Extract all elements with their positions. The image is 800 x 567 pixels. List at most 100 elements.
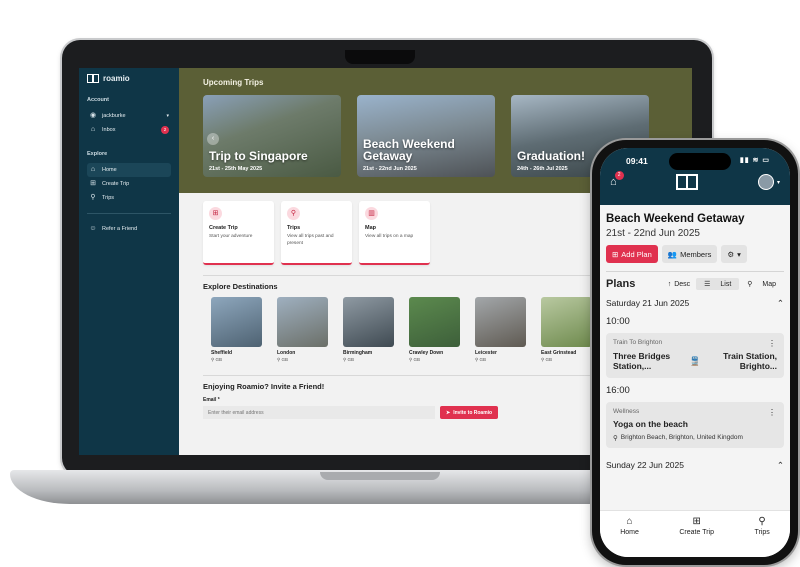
trip-card-dates: 24th - 26th Jul 2025 xyxy=(517,166,568,172)
list-icon: ☰ xyxy=(704,281,713,289)
destination-card[interactable]: East Grinstead ⚲ GB xyxy=(541,297,592,363)
destination-image xyxy=(343,297,394,347)
route-from: Three Bridges Station,... xyxy=(613,351,671,371)
notification-badge: 2 xyxy=(614,171,624,180)
email-field[interactable] xyxy=(203,406,435,419)
add-plan-label: Add Plan xyxy=(621,249,652,259)
destination-country: ⚲ GB xyxy=(475,357,526,363)
logo-icon[interactable] xyxy=(676,174,699,190)
chevron-left-icon: ‹ xyxy=(211,135,215,142)
day-header[interactable]: Saturday 21 Jun 2025 ⌃ xyxy=(600,290,790,309)
trip-card-dates: 21st - 25th May 2025 xyxy=(209,166,263,172)
plan-category: Train To Brighton xyxy=(613,339,663,347)
trip-card-title: Beach Weekend Getaway xyxy=(363,136,455,164)
country-code: GB xyxy=(413,357,421,362)
bottom-tab-bar: ⌂ Home ⊞ Create Trip ⚲ Trips xyxy=(600,510,790,557)
country-code: GB xyxy=(281,357,289,362)
trip-card-dates: 21st - 22nd Jun 2025 xyxy=(363,166,417,172)
view-map-button[interactable]: ⚲ Map xyxy=(739,278,784,290)
tab-trips[interactable]: ⚲ Trips xyxy=(754,516,769,557)
trip-card[interactable]: Beach Weekend Getaway 21st - 22nd Jun 20… xyxy=(357,95,495,177)
inbox-icon: ⌂ xyxy=(90,126,96,133)
destination-country: ⚲ GB xyxy=(277,357,328,363)
destination-image xyxy=(475,297,526,347)
trip-card-title: Trip to Singapore xyxy=(209,149,308,164)
dynamic-island xyxy=(669,153,731,170)
trip-title: Beach Weekend Getaway xyxy=(606,213,745,225)
quick-action-desc: View all trips past and present xyxy=(287,234,334,246)
trip-header: Beach Weekend Getaway 21st - 22nd Jun 20… xyxy=(600,205,790,273)
user-icon: ◉ xyxy=(89,112,97,119)
add-plan-button[interactable]: ⊞ Add Plan xyxy=(606,245,658,264)
quick-action-title: Trips xyxy=(287,225,301,231)
sidebar-item-create-trip[interactable]: ⊞ Create Trip xyxy=(87,177,171,191)
destination-image xyxy=(409,297,460,347)
destination-card[interactable]: Crawley Down ⚲ GB xyxy=(409,297,460,363)
inbox-button[interactable]: ⌂ 2 xyxy=(610,171,624,188)
tab-label: Create Trip xyxy=(679,529,714,536)
day-label: Sunday 22 Jun 2025 xyxy=(606,459,684,470)
quick-action-trips[interactable]: ⚲ Trips View all trips past and present xyxy=(281,201,352,265)
upcoming-heading: Upcoming Trips xyxy=(203,78,264,87)
sidebar-item-trips[interactable]: ⚲ Trips xyxy=(87,191,171,205)
tab-home[interactable]: ⌂ Home xyxy=(620,516,639,557)
quick-action-title: Map xyxy=(365,225,376,231)
user-name: jackburke xyxy=(102,113,126,119)
account-menu[interactable]: ▾ xyxy=(757,174,780,190)
account-heading: Account xyxy=(87,97,109,103)
destination-card[interactable]: London ⚲ GB xyxy=(277,297,328,363)
destination-name: Leicester xyxy=(475,350,497,356)
plus-square-icon: ⊞ xyxy=(209,207,222,220)
destination-name: Birmingham xyxy=(343,350,373,356)
phone-screen: 09:41 ▮▮ ≋ ▭ ⌂ 2 ▾ Beach Weekend Getaway… xyxy=(600,148,790,557)
invite-button[interactable]: ➤ Invite to Roamio xyxy=(440,406,499,419)
sidebar-item-refer[interactable]: ☺ Refer a Friend xyxy=(87,222,171,236)
sidebar-divider xyxy=(87,213,171,214)
trip-card[interactable]: Trip to Singapore 21st - 25th May 2025 xyxy=(203,95,341,177)
map-icon: ⚲ xyxy=(747,281,755,289)
destination-country: ⚲ GB xyxy=(409,357,460,363)
country-code: GB xyxy=(215,357,223,362)
plus-square-icon: ⊞ xyxy=(90,180,96,187)
more-icon[interactable]: ⋮ xyxy=(768,408,776,417)
carousel-prev-button[interactable]: ‹ xyxy=(207,133,219,145)
destination-image xyxy=(541,297,592,347)
sidebar-item-inbox[interactable]: ⌂ Inbox 2 xyxy=(87,123,171,137)
country-code: GB xyxy=(347,357,355,362)
sort-icon: ↑ xyxy=(667,280,672,288)
destination-image xyxy=(211,297,262,347)
quick-action-create-trip[interactable]: ⊞ Create Trip Start your adventure xyxy=(203,201,274,265)
sidebar-item-home[interactable]: ⌂ Home xyxy=(87,163,171,177)
plan-card[interactable]: Wellness ⋮ Yoga on the beach ⚲ Brighton … xyxy=(606,401,784,448)
send-icon: ➤ xyxy=(446,409,451,416)
plus-square-icon: ⊞ xyxy=(612,249,619,259)
view-list-button[interactable]: ☰ List xyxy=(696,278,740,291)
brand-logo[interactable]: roamio xyxy=(87,74,171,83)
country-code: GB xyxy=(479,357,487,362)
status-time: 09:41 xyxy=(626,156,648,166)
more-icon[interactable]: ⋮ xyxy=(768,339,776,348)
user-plus-icon: ☺ xyxy=(89,225,97,232)
sidebar: roamio Account ◉ jackburke ▾ ⌂ Inbox 2 E… xyxy=(79,68,179,455)
sort-button[interactable]: ↑ Desc xyxy=(668,281,690,288)
settings-button[interactable]: ⚙ ▾ xyxy=(721,245,747,264)
trip-card-title: Graduation! xyxy=(517,149,585,164)
country-code: GB xyxy=(545,357,553,362)
plan-card[interactable]: Train To Brighton ⋮ Three Bridges Statio… xyxy=(606,333,784,378)
destination-card[interactable]: Leicester ⚲ GB xyxy=(475,297,526,363)
destination-card[interactable]: Birmingham ⚲ GB xyxy=(343,297,394,363)
sidebar-item-label: Refer a Friend xyxy=(102,226,138,232)
destination-country: ⚲ GB xyxy=(211,357,262,363)
tab-create-trip[interactable]: ⊞ Create Trip xyxy=(679,516,714,557)
gear-icon: ⚙ xyxy=(727,249,735,259)
chevron-down-icon: ▾ xyxy=(166,113,169,119)
chevron-down-icon: ▾ xyxy=(776,179,780,186)
destination-card[interactable]: Sheffield ⚲ GB xyxy=(211,297,262,363)
home-icon: ⌂ xyxy=(90,166,96,173)
day-label: Saturday 21 Jun 2025 xyxy=(606,298,690,309)
members-button[interactable]: 👥 Members xyxy=(661,245,718,264)
sidebar-item-user[interactable]: ◉ jackburke ▾ xyxy=(87,109,171,123)
day-header[interactable]: Sunday 22 Jun 2025 ⌃ xyxy=(600,448,790,471)
quick-action-map[interactable]: ▥ Map View all trips on a map xyxy=(359,201,430,265)
pin-icon: ⚲ xyxy=(90,194,96,201)
